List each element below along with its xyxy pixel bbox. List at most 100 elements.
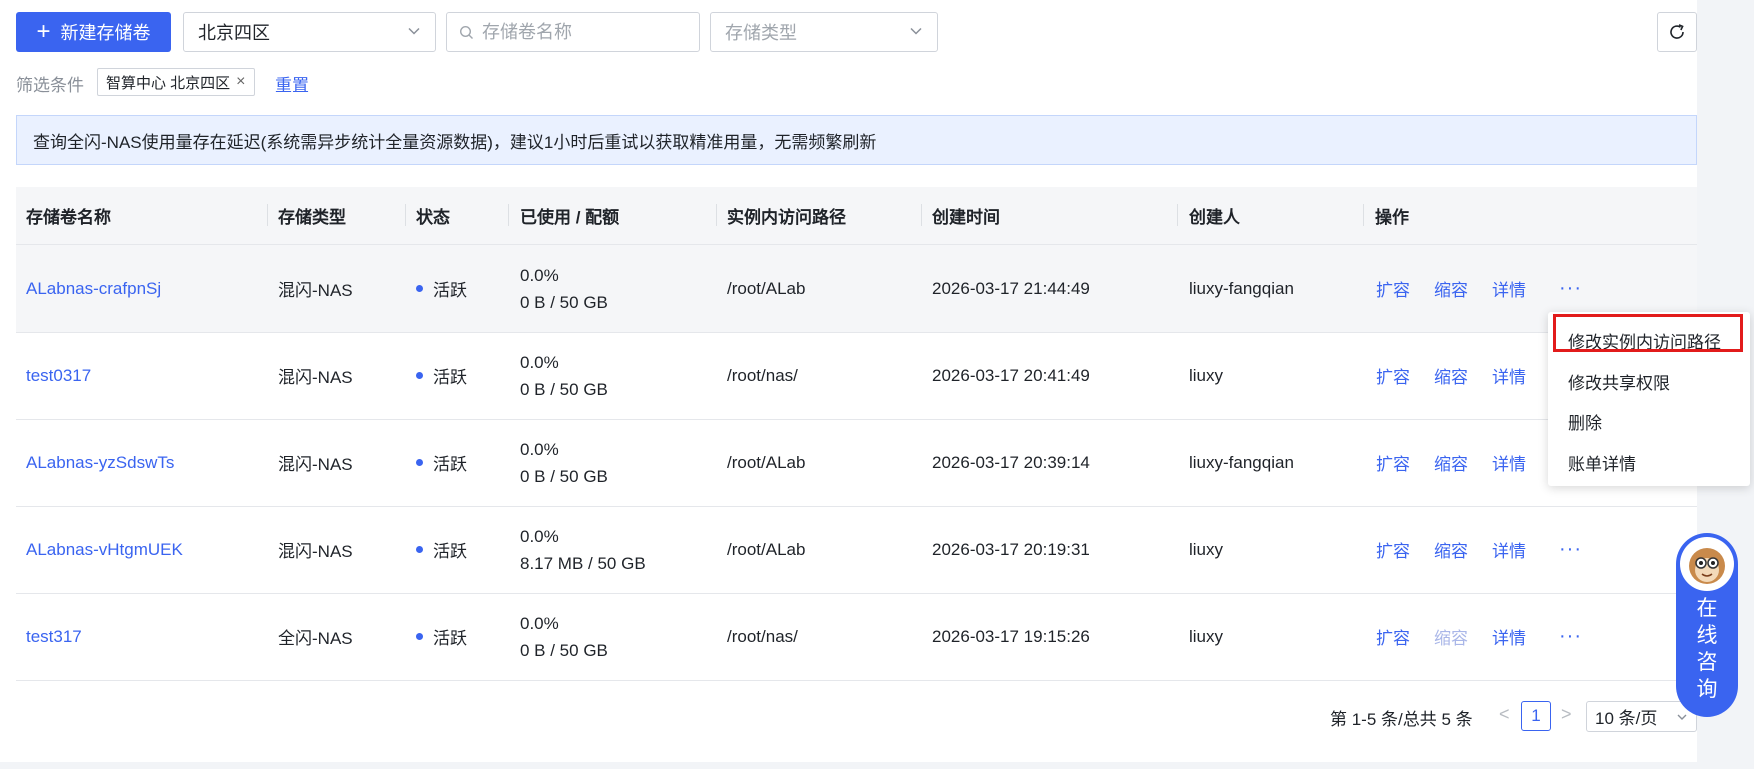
creator: liuxy [1189,365,1224,385]
access-path: /root/ALab [727,539,806,559]
expand-button[interactable]: 扩容 [1376,419,1410,506]
status: 活跃 [416,419,467,506]
menu-item-edit-share-permission[interactable]: 修改共享权限 [1568,369,1670,394]
usage-percent: 0.0% [520,439,559,459]
consult-label: 在 线 咨 询 [1676,595,1738,703]
usage-quota: 0 B / 50 GB [520,379,608,399]
close-icon[interactable]: × [236,73,245,91]
storage-type-placeholder: 存储类型 [725,23,797,43]
usage-delay-notice: 查询全闪-NAS使用量存在延迟(系统需异步统计全量资源数据)，建议1小时后重试以… [16,115,1697,165]
column-header: 存储类型 [278,208,346,227]
refresh-icon [1670,24,1684,39]
storage-type: 全闪-NAS [278,629,353,648]
status-dot-icon [416,459,423,466]
table-row: ALabnas-vHtgmUEK 混闪-NAS 活跃 0.0% 8.17 MB /… [16,506,1697,594]
volume-name-link[interactable]: ALabnas-crafpnSj [26,245,161,332]
usage-quota: 0 B / 50 GB [520,466,608,486]
reset-link[interactable]: 重置 [275,71,309,96]
volume-name-link[interactable]: test0317 [26,332,91,419]
column-header: 存储卷名称 [26,208,111,227]
creator: liuxy [1189,626,1224,646]
detail-button[interactable]: 详情 [1492,419,1526,506]
region-select[interactable]: 北京四区 [183,12,436,52]
access-path: /root/nas/ [727,626,798,646]
expand-button[interactable]: 扩容 [1376,332,1410,419]
page-size-select[interactable]: 10 条/页 [1586,701,1697,732]
status-dot-icon [416,546,423,553]
expand-button[interactable]: 扩容 [1376,506,1410,593]
expand-button[interactable]: 扩容 [1376,245,1410,332]
column-header: 实例内访问路径 [727,208,846,227]
status-dot-icon [416,372,423,379]
notice-text: 查询全闪-NAS使用量存在延迟(系统需异步统计全量资源数据)，建议1小时后重试以… [33,132,877,152]
detail-button[interactable]: 详情 [1492,245,1526,332]
storage-type: 混闪-NAS [278,542,353,561]
table-row: ALabnas-crafpnSj 混闪-NAS 活跃 0.0% 0 B / 50 … [16,245,1697,333]
creator: liuxy-fangqian [1189,452,1294,472]
usage-percent: 0.0% [520,265,559,285]
usage-cell: 0.0% 0 B / 50 GB [520,332,608,419]
page-1-button[interactable]: 1 [1521,701,1551,731]
detail-button[interactable]: 详情 [1492,506,1526,593]
detail-button[interactable]: 详情 [1492,593,1526,680]
new-volume-label: 新建存储卷 [60,23,151,43]
column-divider [716,204,717,226]
column-divider [405,204,406,226]
shrink-button[interactable]: 缩容 [1434,506,1468,593]
filter-label: 筛选条件 [16,76,84,95]
menu-item-delete[interactable]: 删除 [1568,409,1602,434]
usage-quota: 0 B / 50 GB [520,640,608,660]
pagination-total: 第 1-5 条/总共 5 条 [1330,710,1473,729]
status: 活跃 [416,593,467,680]
new-volume-button[interactable]: + 新建存储卷 [16,12,171,52]
more-actions-button[interactable]: ··· [1559,593,1582,680]
prev-page-button[interactable]: < [1499,704,1510,725]
table-row: ALabnas-yzSdswTs 混闪-NAS 活跃 0.0% 0 B / 50 … [16,419,1697,507]
menu-item-bill-detail[interactable]: 账单详情 [1568,450,1636,475]
shrink-button: 缩容 [1434,629,1468,648]
status-text: 活跃 [433,629,467,648]
storage-type: 混闪-NAS [278,368,353,387]
creator: liuxy [1189,539,1224,559]
usage-percent: 0.0% [520,352,559,372]
status-text: 活跃 [433,542,467,561]
created-time: 2026-03-17 20:19:31 [932,539,1090,559]
online-consult-button[interactable]: 在 线 咨 询 [1676,533,1738,717]
volume-name-search[interactable] [446,12,700,52]
consult-char: 线 [1696,624,1718,647]
shrink-button[interactable]: 缩容 [1434,419,1468,506]
chevron-down-icon [1677,714,1687,720]
column-divider [508,204,509,226]
column-header: 状态 [416,208,450,227]
chevron-down-icon [910,27,922,35]
expand-button[interactable]: 扩容 [1376,593,1410,680]
volume-name-link[interactable]: ALabnas-yzSdswTs [26,419,174,506]
usage-cell: 0.0% 0 B / 50 GB [520,593,608,680]
shrink-button[interactable]: 缩容 [1434,245,1468,332]
next-page-button[interactable]: > [1561,704,1572,725]
main-panel: + 新建存储卷 北京四区 存储类型 筛选条件 智算中心 北京四区 × 重置 查询… [0,0,1697,762]
refresh-button[interactable] [1657,12,1697,52]
detail-button[interactable]: 详情 [1492,332,1526,419]
status: 活跃 [416,332,467,419]
access-path: /root/nas/ [727,365,798,385]
consult-char: 询 [1696,678,1718,701]
search-icon [459,25,473,39]
column-divider [1177,204,1178,226]
created-time: 2026-03-17 20:41:49 [932,365,1090,385]
storage-type: 混闪-NAS [278,455,353,474]
status: 活跃 [416,245,467,332]
shrink-button[interactable]: 缩容 [1434,332,1468,419]
volume-name-link[interactable]: test317 [26,593,82,680]
usage-cell: 0.0% 0 B / 50 GB [520,245,608,332]
more-actions-button[interactable]: ··· [1559,506,1582,593]
search-input[interactable] [480,20,684,44]
status-text: 活跃 [433,368,467,387]
column-header: 创建人 [1189,208,1240,227]
volume-name-link[interactable]: ALabnas-vHtgmUEK [26,506,183,593]
status-dot-icon [416,285,423,292]
filter-tag: 智算中心 北京四区 × [97,68,255,96]
created-time: 2026-03-17 20:39:14 [932,452,1090,472]
table-row: test0317 混闪-NAS 活跃 0.0% 0 B / 50 GB /root… [16,332,1697,420]
storage-type-select[interactable]: 存储类型 [710,12,938,52]
